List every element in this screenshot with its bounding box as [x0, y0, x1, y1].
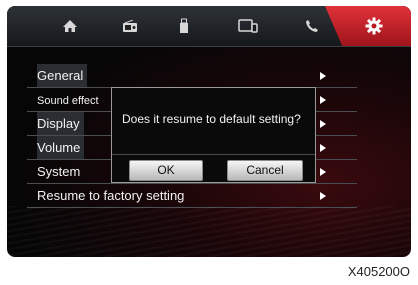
arrow-right-icon: [320, 96, 326, 104]
arrow-right-icon: [320, 120, 326, 128]
menu-item-general[interactable]: General: [27, 64, 357, 88]
arrow-right-icon: [320, 192, 326, 200]
figure-code: X405200O: [347, 264, 410, 279]
menu-item-label: Display: [37, 112, 84, 135]
menu-item-label: System: [37, 164, 81, 179]
usb-icon: [180, 18, 188, 33]
tab-device-connect[interactable]: [217, 6, 279, 46]
tab-radio[interactable]: [99, 6, 161, 46]
tab-home[interactable]: [39, 6, 101, 46]
phone-icon: [306, 20, 318, 32]
arrow-right-icon: [320, 168, 326, 176]
top-tab-bar: [7, 6, 411, 47]
menu-item-label: General: [37, 64, 88, 87]
device-connect-icon: [238, 19, 258, 33]
menu-item-label: Volume: [37, 136, 85, 159]
arrow-right-icon: [320, 72, 326, 80]
menu-item-label: Resume to factory setting: [37, 188, 185, 203]
ok-button[interactable]: OK: [129, 160, 203, 181]
dialog-divider: [112, 154, 315, 155]
arrow-right-icon: [320, 144, 326, 152]
dialog-message: Does it resume to default setting?: [122, 112, 301, 126]
radio-icon: [123, 19, 137, 32]
home-icon: [63, 20, 77, 32]
gear-icon: [365, 17, 383, 35]
cancel-button[interactable]: Cancel: [227, 160, 303, 181]
menu-item-label: Sound effect: [37, 95, 99, 107]
tab-media[interactable]: [153, 6, 215, 46]
menu-item-resume-factory[interactable]: Resume to factory setting: [27, 184, 357, 208]
confirm-reset-dialog: Does it resume to default setting? OK Ca…: [111, 87, 316, 183]
